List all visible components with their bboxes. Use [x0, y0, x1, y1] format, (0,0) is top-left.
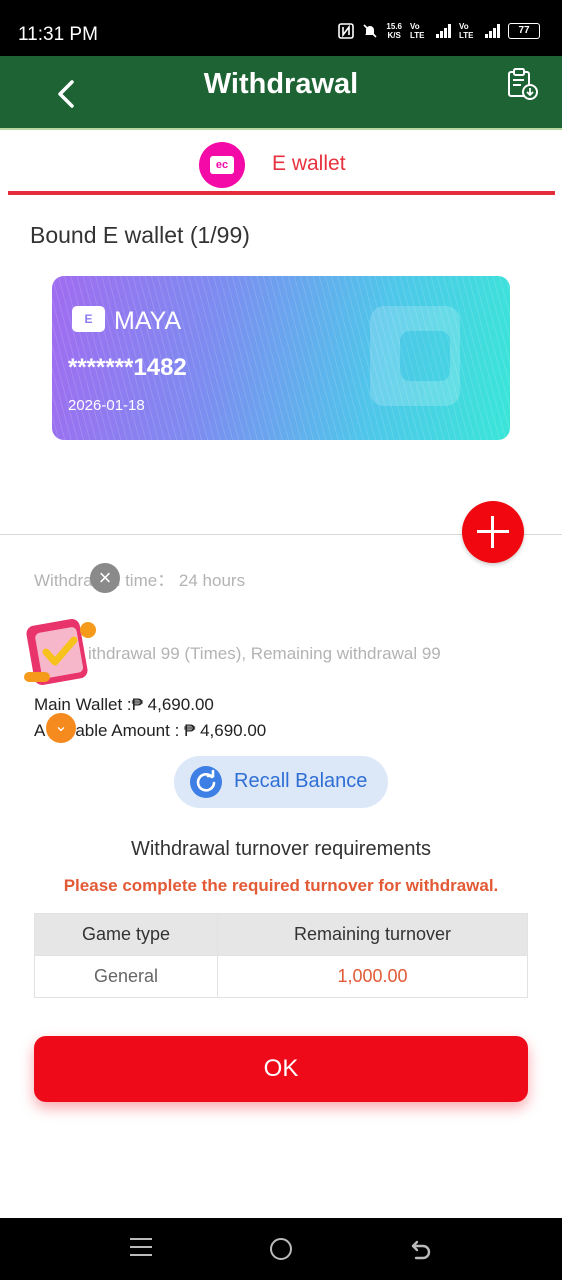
turnover-warning: Please complete the required turnover fo…: [63, 876, 499, 895]
ok-button[interactable]: OK: [34, 1036, 528, 1102]
card-wallet-name: MAYA: [114, 307, 182, 335]
table-header-row: Game type Remaining turnover: [34, 913, 528, 956]
bound-ewallet-title: Bound E wallet (1/99): [30, 222, 250, 248]
signal-icon: [485, 24, 500, 38]
column-header-game-type: Game type: [34, 913, 218, 956]
card-account-number: *******1482: [68, 354, 187, 381]
tab-active-underline: [8, 191, 555, 195]
recent-apps-icon[interactable]: [130, 1238, 152, 1258]
status-icons: 15.6 K/S Vo LTE Vo LTE 77: [338, 22, 540, 40]
withdraw-times-text: ithdrawal 99 (Times), Remaining withdraw…: [88, 644, 441, 663]
back-icon[interactable]: [408, 1236, 434, 1262]
home-icon[interactable]: [270, 1238, 292, 1260]
reward-gift-icon[interactable]: [22, 612, 102, 690]
sim1-label: Vo LTE: [410, 22, 425, 40]
app-header: Withdrawal: [0, 56, 562, 130]
method-tabs: ec E wallet: [0, 132, 562, 196]
status-bar: 11:31 PM 15.6 K/S Vo LTE Vo LTE 77: [0, 0, 562, 56]
withdrawal-record-button[interactable]: [504, 66, 540, 102]
column-header-remaining: Remaining turnover: [217, 913, 528, 956]
tab-ewallet[interactable]: E wallet: [272, 152, 346, 176]
page-title: Withdrawal: [203, 68, 359, 100]
battery-icon: 77: [508, 23, 540, 39]
ewallet-icon[interactable]: ec: [199, 142, 245, 188]
close-icon[interactable]: ×: [90, 563, 120, 593]
ewallet-card[interactable]: E MAYA *******1482 2026-01-18: [52, 276, 510, 440]
withdraw-time-text: Withdra l time： 24 hours: [34, 571, 246, 590]
add-ewallet-button[interactable]: [462, 501, 524, 563]
card-bound-date: 2026-01-18: [68, 397, 145, 414]
main-wallet-balance: Main Wallet :₱ 4,690.00: [34, 695, 214, 714]
system-nav-bar: [0, 1218, 562, 1280]
refresh-icon: [190, 766, 222, 798]
recall-balance-label: Recall Balance: [234, 770, 368, 792]
maya-logo: E: [72, 306, 105, 332]
bell-off-icon: [363, 24, 377, 38]
turnover-title: Withdrawal turnover requirements: [130, 838, 432, 860]
cell-game-type: General: [34, 955, 218, 998]
chevron-down-icon[interactable]: ⌄: [46, 713, 76, 743]
nfc-icon: [338, 23, 355, 39]
recall-balance-button[interactable]: Recall Balance: [174, 756, 388, 808]
signal-icon: [436, 24, 451, 38]
net-speed: 15.6 K/S: [386, 22, 402, 40]
clipboard-download-icon: [508, 68, 538, 100]
table-row: General 1,000.00: [34, 955, 528, 998]
card-watermark-icon: [370, 306, 460, 406]
cell-remaining-turnover: 1,000.00: [217, 955, 528, 998]
turnover-table: Game type Remaining turnover General 1,0…: [34, 913, 528, 998]
status-time: 11:31 PM: [18, 24, 98, 45]
sim2-label: Vo LTE: [459, 22, 474, 40]
